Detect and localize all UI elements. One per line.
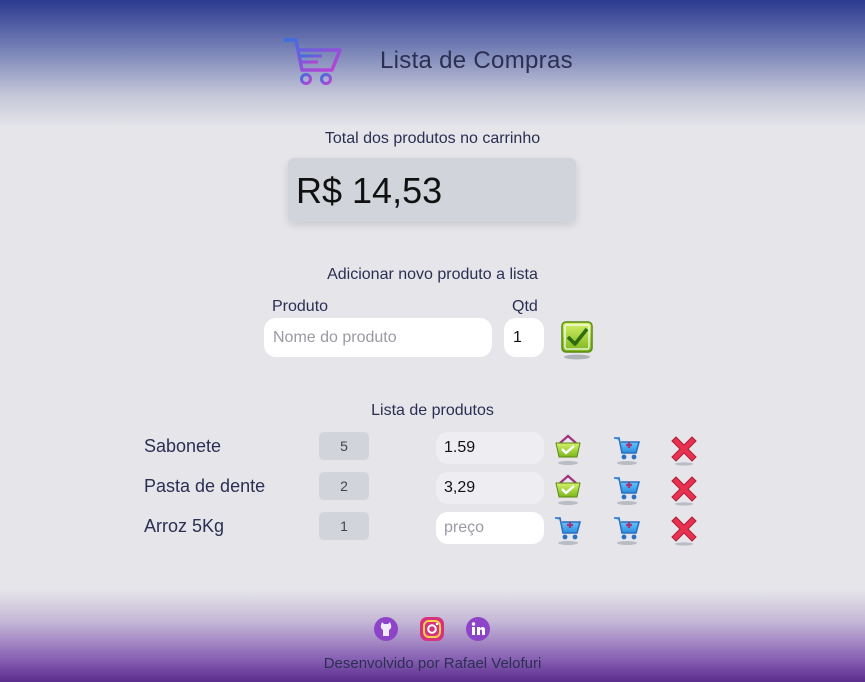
cart-add-icon[interactable]	[612, 472, 642, 506]
list-item: Pasta de dente 2	[0, 472, 865, 512]
add-product-button[interactable]	[560, 320, 596, 360]
product-qty: 1	[319, 512, 369, 540]
cart-add-icon[interactable]	[553, 512, 583, 546]
total-value: R$ 14,53	[296, 170, 443, 211]
product-name: Arroz 5Kg	[144, 516, 225, 536]
product-name: Pasta de dente	[144, 476, 266, 496]
product-name: Sabonete	[144, 436, 222, 456]
list-item: Sabonete 5	[0, 432, 865, 472]
basket-check-icon[interactable]	[553, 432, 583, 466]
list-item: Arroz 5Kg 1	[0, 512, 865, 552]
delete-icon[interactable]	[669, 512, 699, 546]
product-qty: 5	[319, 432, 369, 460]
page-title: Lista de Compras	[380, 47, 573, 74]
product-list-heading: Lista de produtos	[371, 402, 494, 419]
product-qty: 2	[319, 472, 369, 500]
product-label: Produto	[272, 298, 329, 315]
price-input[interactable]	[436, 512, 544, 544]
qty-label: Qtd	[512, 298, 538, 315]
add-product-heading: Adicionar novo produto a lista	[327, 266, 538, 283]
delete-icon[interactable]	[669, 472, 699, 506]
cart-add-icon[interactable]	[612, 432, 642, 466]
delete-icon[interactable]	[669, 432, 699, 466]
github-icon[interactable]	[373, 616, 399, 642]
product-name-input[interactable]	[264, 318, 492, 357]
cart-add-icon[interactable]	[612, 512, 642, 546]
qty-input[interactable]	[504, 318, 544, 357]
price-input[interactable]	[436, 432, 544, 464]
shopping-cart-icon	[282, 36, 344, 88]
footer-credit: Desenvolvido por Rafael Velofuri	[323, 655, 542, 672]
linkedin-icon[interactable]	[465, 616, 491, 642]
total-label: Total dos produtos no carrinho	[324, 130, 541, 147]
total-display: R$ 14,53	[288, 158, 576, 222]
check-icon	[561, 321, 593, 360]
price-input[interactable]	[436, 472, 544, 504]
basket-check-icon[interactable]	[553, 472, 583, 506]
instagram-icon[interactable]	[419, 616, 445, 642]
